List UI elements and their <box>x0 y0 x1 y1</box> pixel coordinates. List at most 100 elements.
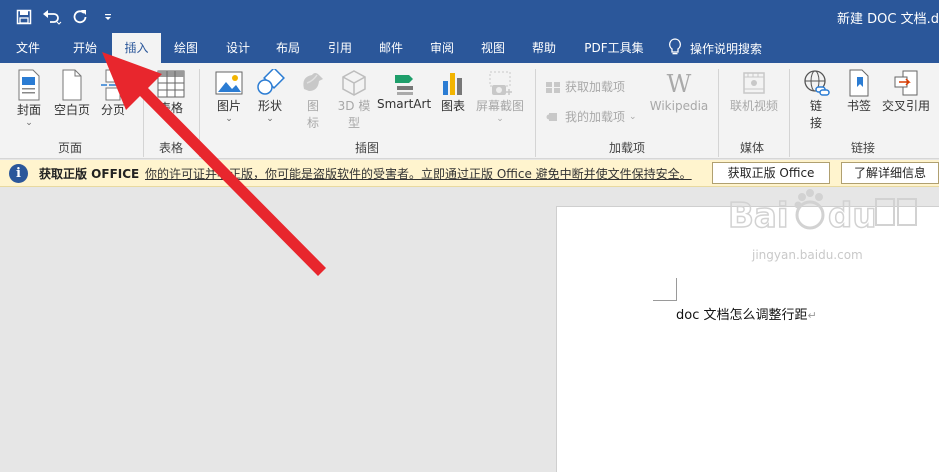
wikipedia-label: Wikipedia <box>649 99 709 113</box>
group-label-media: 媒体 <box>740 141 765 155</box>
page-break-button[interactable]: 分页 <box>95 69 131 118</box>
tell-me-search[interactable]: 操作说明搜索 <box>668 33 762 63</box>
video-icon <box>743 72 765 94</box>
group-label-addins: 加载项 <box>609 141 646 155</box>
cover-page-icon <box>18 69 40 101</box>
message-text-link[interactable]: 你的许可证并非正版，你可能是盗版软件的受害者。立即通过正版 Office 避免中… <box>145 165 692 182</box>
picture-icon <box>215 71 243 95</box>
tab-mailings[interactable]: 邮件 <box>369 33 413 63</box>
get-genuine-office-button[interactable]: 获取正版 Office <box>712 162 830 184</box>
group-separator <box>718 69 719 157</box>
table-button[interactable]: 表格 <box>150 69 192 116</box>
cube-icon <box>342 70 366 96</box>
tab-help[interactable]: 帮助 <box>522 33 566 63</box>
tab-design[interactable]: 设计 <box>216 33 260 63</box>
chart-label: 图表 <box>440 99 465 113</box>
tab-review[interactable]: 审阅 <box>420 33 464 63</box>
my-addins-label: 我的加载项 <box>565 110 626 124</box>
bookmark-button[interactable]: 书签 <box>843 69 875 114</box>
icons-label-line2: 标 <box>306 116 319 130</box>
group-separator <box>143 69 144 157</box>
shapes-label: 形状 <box>257 99 282 113</box>
tab-view[interactable]: 视图 <box>471 33 515 63</box>
save-icon[interactable] <box>14 7 34 27</box>
ribbon-tabs: 文件 开始 插入 绘图 设计 布局 引用 邮件 审阅 视图 帮助 PDF工具集 … <box>0 33 939 63</box>
document-page[interactable]: doc 文档怎么调整行距↵ <box>556 206 939 472</box>
lightbulb-icon <box>668 37 682 59</box>
page-break-icon <box>101 69 125 101</box>
chevron-down-icon: ⌄ <box>496 114 504 124</box>
group-label-table: 表格 <box>159 141 184 155</box>
tab-file[interactable]: 文件 <box>6 33 50 63</box>
blank-page-label: 空白页 <box>53 103 90 117</box>
cross-reference-icon <box>894 70 918 96</box>
tell-me-label: 操作说明搜索 <box>690 41 763 56</box>
group-separator <box>199 69 200 157</box>
cross-reference-button[interactable]: 交叉引用 <box>878 69 934 114</box>
tab-references[interactable]: 引用 <box>318 33 362 63</box>
online-video-label: 联机视频 <box>729 99 778 113</box>
smartart-button[interactable]: SmartArt <box>377 69 431 111</box>
document-title: 新建 DOC 文档.d <box>837 12 939 27</box>
blank-page-icon <box>62 69 82 101</box>
online-video-button[interactable]: 联机视频 <box>727 69 781 114</box>
link-label-line1: 链 <box>809 99 822 113</box>
get-addins-button[interactable]: 获取加载项 <box>545 78 625 95</box>
table-label: 表格 <box>158 101 183 115</box>
chart-icon <box>443 73 462 95</box>
cross-reference-label: 交叉引用 <box>881 99 930 113</box>
chevron-down-icon: ⌄ <box>25 118 33 128</box>
undo-icon[interactable] <box>42 7 62 27</box>
document-paragraph[interactable]: doc 文档怎么调整行距↵ <box>676 304 817 323</box>
chevron-down-icon: ⌄ <box>266 114 274 124</box>
3d-models-button[interactable]: 3D 模 型 <box>334 69 374 131</box>
icons-button[interactable]: 图 标 <box>296 69 330 131</box>
3d-models-label-line2: 型 <box>347 116 360 130</box>
redo-icon[interactable] <box>70 7 90 27</box>
cover-page-button[interactable]: 封面 ⌄ <box>10 69 48 128</box>
my-addins-button[interactable]: 我的加载项 ⌄ <box>545 108 637 125</box>
bookmark-label: 书签 <box>846 99 871 113</box>
screenshot-label: 屏幕截图 <box>475 99 524 113</box>
smartart-label: SmartArt <box>377 97 432 111</box>
link-button[interactable]: 链 接 <box>800 69 832 131</box>
globe-link-icon <box>804 70 830 96</box>
ribbon-insert: 封面 ⌄ 空白页 分页 页面 表格 表格 图片 ⌄ 形状 ⌄ 图 标 3D 模 … <box>0 63 939 159</box>
customize-icon[interactable] <box>98 7 118 27</box>
icons-icon <box>303 73 323 91</box>
tab-home[interactable]: 开始 <box>60 33 110 63</box>
table-icon <box>157 70 185 98</box>
message-title: 获取正版 OFFICE <box>39 167 140 181</box>
wikipedia-icon: W <box>666 70 692 98</box>
info-icon: i <box>9 164 28 183</box>
picture-button[interactable]: 图片 ⌄ <box>210 69 248 124</box>
paragraph-text: doc 文档怎么调整行距 <box>676 308 808 323</box>
group-label-links: 链接 <box>851 141 876 155</box>
bookmark-icon <box>849 69 869 97</box>
smartart-icon <box>395 75 413 95</box>
quick-access-toolbar <box>14 6 118 28</box>
margin-mark <box>653 300 677 301</box>
link-label-line2: 接 <box>809 116 822 130</box>
screenshot-button[interactable]: 屏幕截图 ⌄ <box>473 69 527 124</box>
learn-more-button[interactable]: 了解详细信息 <box>841 162 939 184</box>
picture-label: 图片 <box>216 99 241 113</box>
tab-layout[interactable]: 布局 <box>266 33 310 63</box>
wikipedia-button[interactable]: W Wikipedia <box>649 69 709 113</box>
shapes-icon <box>257 69 285 95</box>
tab-insert[interactable]: 插入 <box>112 33 161 63</box>
tab-pdf-tools[interactable]: PDF工具集 <box>576 33 652 63</box>
addin-icon <box>546 112 557 121</box>
get-addins-label: 获取加载项 <box>565 80 626 94</box>
watermark-url: jingyan.baidu.com <box>752 248 863 262</box>
3d-models-label-line1: 3D 模 <box>337 99 371 113</box>
document-canvas[interactable]: doc 文档怎么调整行距↵ <box>0 187 939 472</box>
chart-button[interactable]: 图表 <box>437 69 469 114</box>
message-bar: i 获取正版 OFFICE 你的许可证并非正版，你可能是盗版软件的受害者。立即通… <box>0 160 939 187</box>
tab-draw[interactable]: 绘图 <box>163 33 209 63</box>
group-label-illustrations: 插图 <box>355 141 380 155</box>
shapes-button[interactable]: 形状 ⌄ <box>251 69 289 124</box>
blank-page-button[interactable]: 空白页 <box>50 69 94 118</box>
margin-mark <box>676 278 677 300</box>
store-icon <box>546 81 560 93</box>
